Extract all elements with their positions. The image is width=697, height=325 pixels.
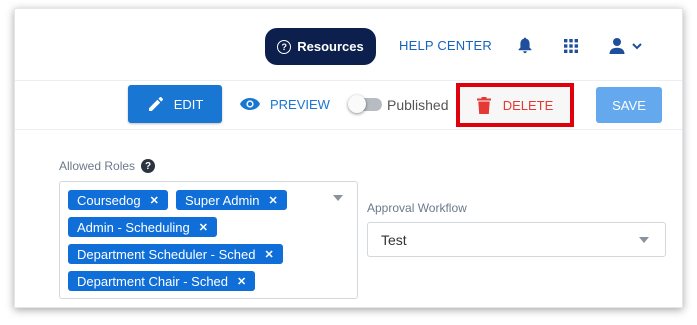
preview-label: PREVIEW bbox=[270, 96, 330, 112]
resources-label: Resources bbox=[297, 39, 364, 54]
apps-grid-icon[interactable] bbox=[564, 39, 578, 53]
user-menu[interactable] bbox=[609, 37, 645, 55]
eye-icon bbox=[240, 98, 260, 110]
close-icon[interactable]: ✕ bbox=[237, 275, 246, 288]
action-bar: EDIT PREVIEW Published DELETE SAVE bbox=[15, 82, 682, 130]
close-icon[interactable]: ✕ bbox=[199, 221, 208, 234]
role-chip: Coursedog ✕ bbox=[68, 190, 168, 210]
published-toggle[interactable] bbox=[348, 95, 382, 113]
save-button[interactable]: SAVE bbox=[596, 87, 662, 123]
edit-button[interactable]: EDIT bbox=[128, 85, 222, 123]
pencil-icon bbox=[148, 97, 163, 111]
delete-label: DELETE bbox=[502, 97, 554, 113]
published-label: Published bbox=[387, 97, 449, 113]
resources-button[interactable]: ? Resources bbox=[265, 28, 376, 65]
role-chip: Admin - Scheduling ✕ bbox=[68, 217, 217, 237]
top-header: ? Resources HELP CENTER bbox=[15, 9, 682, 81]
role-chip-label: Admin - Scheduling bbox=[77, 219, 190, 235]
help-icon: ? bbox=[277, 39, 292, 54]
approval-workflow-label: Approval Workflow bbox=[367, 201, 467, 215]
caret-down-icon[interactable] bbox=[333, 195, 343, 201]
allowed-roles-text: Allowed Roles bbox=[59, 159, 136, 173]
chevron-down-icon bbox=[632, 43, 642, 50]
trash-icon bbox=[476, 96, 491, 114]
edit-label: EDIT bbox=[173, 96, 204, 112]
role-chip: Department Chair - Sched ✕ bbox=[68, 271, 256, 291]
user-icon bbox=[609, 38, 625, 54]
role-chip: Department Scheduler - Sched ✕ bbox=[68, 244, 283, 264]
allowed-roles-select[interactable]: Coursedog ✕ Super Admin ✕ Admin - Schedu… bbox=[59, 181, 358, 299]
role-chip: Super Admin ✕ bbox=[176, 190, 287, 210]
role-chip-label: Coursedog bbox=[77, 192, 141, 208]
editor-panel: ? Resources HELP CENTER EDIT PREVIEW Pub… bbox=[14, 8, 683, 308]
close-icon[interactable]: ✕ bbox=[150, 194, 159, 207]
role-chip-label: Department Chair - Sched bbox=[77, 273, 229, 289]
close-icon[interactable]: ✕ bbox=[264, 248, 273, 261]
caret-down-icon bbox=[639, 237, 649, 243]
preview-button[interactable]: PREVIEW bbox=[239, 85, 330, 123]
role-chip-label: Super Admin bbox=[185, 192, 260, 208]
approval-workflow-select[interactable]: Test bbox=[367, 222, 666, 257]
allowed-roles-label: Allowed Roles ? bbox=[59, 159, 156, 173]
approval-workflow-value: Test bbox=[381, 232, 407, 248]
toggle-thumb bbox=[348, 95, 366, 113]
role-chip-label: Department Scheduler - Sched bbox=[77, 246, 256, 262]
help-center-link[interactable]: HELP CENTER bbox=[399, 38, 492, 53]
delete-button[interactable]: DELETE bbox=[456, 83, 574, 127]
bell-icon[interactable] bbox=[517, 36, 533, 54]
help-icon[interactable]: ? bbox=[141, 159, 156, 173]
close-icon[interactable]: ✕ bbox=[268, 194, 277, 207]
